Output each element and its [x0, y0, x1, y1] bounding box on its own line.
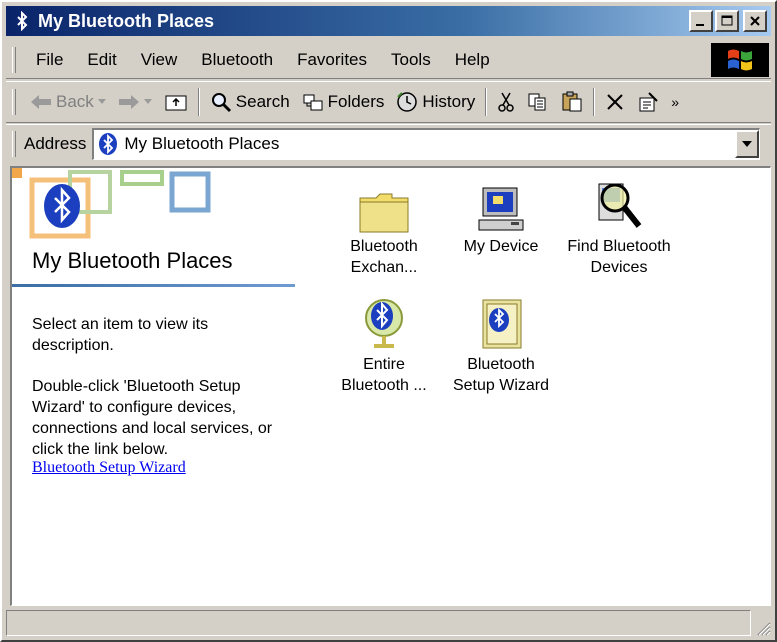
folder-view: My Bluetooth Places Select an item to vi… [10, 166, 771, 606]
dropdown-arrow-icon[interactable] [143, 99, 152, 105]
properties-icon [637, 91, 659, 113]
menubar-grip[interactable] [12, 46, 16, 73]
toolbar-separator [485, 88, 488, 116]
back-arrow-icon [30, 94, 52, 110]
item-label-line1: Bluetooth [467, 356, 535, 373]
globe-icon [356, 292, 412, 352]
address-bar: Address My Bluetooth Places [6, 124, 771, 162]
windows-logo-icon [711, 43, 769, 77]
menu-edit[interactable]: Edit [75, 50, 128, 70]
item-label-line2: Setup Wizard [452, 377, 550, 394]
item-bluetooth-setup-wizard[interactable]: Bluetooth Setup Wizard [441, 292, 561, 396]
copy-button[interactable] [521, 85, 555, 119]
maximize-button[interactable] [715, 10, 739, 32]
bluetooth-icon [12, 11, 32, 31]
menu-favorites[interactable]: Favorites [285, 50, 379, 70]
search-label: Search [235, 92, 290, 111]
addressbar-grip[interactable] [12, 130, 16, 157]
address-label: Address [24, 133, 87, 153]
history-icon [396, 91, 418, 113]
item-label-line1: Find Bluetooth [567, 238, 671, 255]
close-button[interactable] [743, 10, 767, 32]
paste-button[interactable] [555, 85, 589, 119]
menu-help[interactable]: Help [443, 50, 502, 70]
copy-icon [527, 92, 549, 112]
toolbar-overflow-chevron[interactable]: » [671, 94, 679, 110]
web-view-pane: My Bluetooth Places Select an item to vi… [12, 168, 312, 605]
item-label-line1: My Device [463, 238, 539, 255]
magnifier-icon [591, 174, 647, 234]
item-my-device[interactable]: My Device [441, 174, 561, 257]
menu-bluetooth[interactable]: Bluetooth [189, 50, 285, 70]
folders-label: Folders [327, 92, 385, 111]
pane-description: Select an item to view its description. [32, 316, 209, 354]
toolbar-grip[interactable] [12, 89, 16, 115]
item-label-line2: Bluetooth ... [341, 377, 427, 394]
toolbar-separator [197, 88, 200, 116]
window-title: My Bluetooth Places [38, 10, 215, 31]
toolbar-separator [593, 88, 596, 116]
explorer-window: My Bluetooth Places File Edit View Bluet… [0, 0, 777, 642]
computer-icon [473, 174, 529, 234]
item-label-line1: Entire [363, 356, 405, 373]
standard-toolbar: Back Search Folders History » [6, 81, 771, 123]
up-folder-button[interactable] [158, 85, 194, 119]
delete-x-icon [605, 92, 625, 112]
properties-button[interactable] [631, 85, 665, 119]
scissors-icon [497, 91, 515, 113]
folders-icon [302, 92, 324, 112]
search-button[interactable]: Search [204, 85, 296, 119]
forward-arrow-icon [118, 94, 140, 110]
bluetooth-icon [98, 132, 118, 156]
item-label-line2: Devices [590, 259, 648, 276]
pane-title-divider [12, 284, 295, 287]
item-find-bluetooth-devices[interactable]: Find Bluetooth Devices [559, 174, 679, 278]
status-panel [6, 610, 751, 636]
wizard-icon [473, 292, 529, 352]
dropdown-arrow-icon[interactable] [97, 99, 106, 105]
menu-file[interactable]: File [24, 50, 75, 70]
item-label-line1: Bluetooth [350, 238, 418, 255]
paste-icon [561, 91, 583, 113]
forward-button[interactable] [112, 85, 158, 119]
history-label: History [422, 92, 476, 111]
item-label-line2: Exchan... [350, 259, 418, 276]
title-bar[interactable]: My Bluetooth Places [6, 6, 771, 36]
cut-button[interactable] [491, 85, 521, 119]
folder-icon [356, 174, 412, 234]
resize-grip-icon[interactable] [755, 620, 771, 636]
address-value: My Bluetooth Places [124, 134, 280, 153]
menu-tools[interactable]: Tools [379, 50, 443, 70]
address-dropdown-button[interactable] [735, 129, 760, 158]
pane-instructions: Double-click 'Bluetooth Setup Wizard' to… [32, 378, 273, 458]
setup-wizard-link[interactable]: Bluetooth Setup Wizard [32, 459, 186, 477]
delete-button[interactable] [599, 85, 631, 119]
menu-bar: File Edit View Bluetooth Favorites Tools… [6, 41, 771, 79]
search-icon [210, 91, 232, 113]
history-button[interactable]: History [390, 85, 481, 119]
menu-view[interactable]: View [129, 50, 190, 70]
status-bar [6, 608, 771, 638]
item-entire-bluetooth[interactable]: Entire Bluetooth ... [324, 292, 444, 396]
back-label: Back [56, 92, 94, 111]
minimize-button[interactable] [689, 10, 713, 32]
back-button[interactable]: Back [24, 85, 112, 119]
pane-title: My Bluetooth Places [32, 248, 233, 273]
item-bluetooth-exchange-folder[interactable]: Bluetooth Exchan... [324, 174, 444, 278]
up-folder-icon [164, 92, 188, 112]
address-field[interactable]: My Bluetooth Places [92, 127, 761, 160]
folders-button[interactable]: Folders [296, 85, 391, 119]
